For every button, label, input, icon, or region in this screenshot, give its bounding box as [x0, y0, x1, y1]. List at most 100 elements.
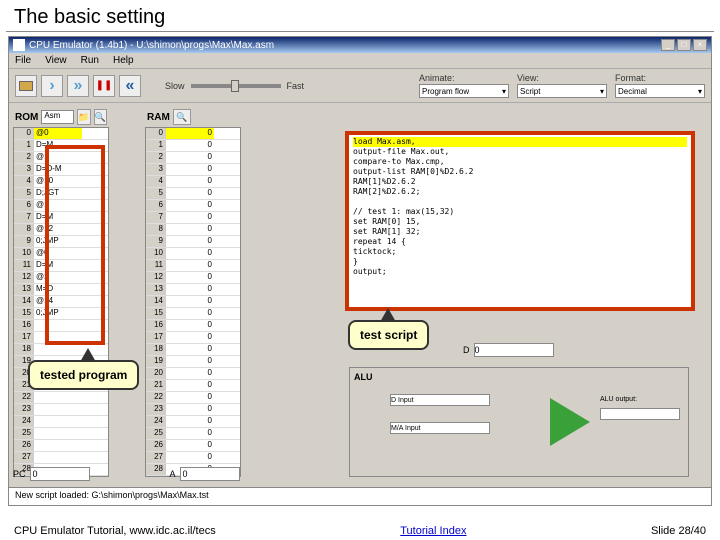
a-input[interactable] [180, 467, 240, 481]
menubar: File View Run Help [9, 53, 711, 69]
speed-slider[interactable] [191, 84, 281, 88]
maximize-button[interactable]: □ [677, 39, 691, 51]
slide-title: The basic setting [0, 0, 720, 31]
table-row[interactable]: 6@1 [14, 200, 108, 212]
table-row[interactable]: 200 [146, 368, 240, 380]
table-row[interactable]: 0@0 [14, 128, 108, 140]
table-row[interactable]: 00 [146, 128, 240, 140]
script-line: } [353, 257, 687, 267]
format-select[interactable]: Decimal▾ [615, 84, 705, 98]
rom-find-button[interactable]: 🔍 [94, 109, 107, 125]
animate-select[interactable]: Program flow▾ [419, 84, 509, 98]
script-line: // test 1: max(15,32) [353, 207, 687, 217]
d-input[interactable] [474, 343, 554, 357]
ram-table: 0010203040506070809010011012013014015016… [145, 127, 241, 477]
table-row[interactable]: 26 [14, 440, 108, 452]
table-row[interactable]: 150;JMP [14, 308, 108, 320]
table-row[interactable]: 250 [146, 428, 240, 440]
footer-left: CPU Emulator Tutorial, www.idc.ac.il/tec… [14, 525, 216, 537]
table-row[interactable]: 30 [146, 164, 240, 176]
table-row[interactable]: 60 [146, 200, 240, 212]
table-row[interactable]: 210 [146, 380, 240, 392]
tutorial-index-link[interactable]: Tutorial Index [400, 525, 466, 537]
script-line: RAM[1]%D2.6.2 [353, 177, 687, 187]
d-label: D [463, 345, 470, 355]
minimize-button[interactable]: _ [661, 39, 675, 51]
ram-find-button[interactable]: 🔍 [173, 109, 191, 125]
table-row[interactable]: 13M=D [14, 284, 108, 296]
table-row[interactable]: 4@10 [14, 176, 108, 188]
table-row[interactable]: 50 [146, 188, 240, 200]
table-row[interactable]: 180 [146, 344, 240, 356]
table-row[interactable]: 130 [146, 284, 240, 296]
table-row[interactable]: 12@2 [14, 272, 108, 284]
table-row[interactable]: 90;JMP [14, 236, 108, 248]
pause-button[interactable]: ❚❚ [93, 75, 115, 97]
rewind-button[interactable]: « [119, 75, 141, 97]
rom-load-button[interactable]: 📁 [77, 109, 90, 125]
table-row[interactable]: 7D=M [14, 212, 108, 224]
menu-view[interactable]: View [45, 55, 67, 66]
table-row[interactable]: 230 [146, 404, 240, 416]
table-row[interactable]: 150 [146, 308, 240, 320]
menu-file[interactable]: File [15, 55, 31, 66]
fast-forward-button[interactable]: » [67, 75, 89, 97]
table-row[interactable]: 25 [14, 428, 108, 440]
table-row[interactable]: 140 [146, 296, 240, 308]
menu-help[interactable]: Help [113, 55, 134, 66]
open-button[interactable] [15, 75, 37, 97]
table-row[interactable]: 11D=M [14, 260, 108, 272]
table-row[interactable]: 120 [146, 272, 240, 284]
ram-label: RAM [147, 112, 170, 123]
table-row[interactable]: 3D=D-M [14, 164, 108, 176]
table-row[interactable]: 24 [14, 416, 108, 428]
table-row[interactable]: 190 [146, 356, 240, 368]
rom-mode-select[interactable]: Asm [41, 110, 74, 124]
table-row[interactable]: 110 [146, 260, 240, 272]
pc-input[interactable] [30, 467, 90, 481]
table-row[interactable]: 17 [14, 332, 108, 344]
script-line: set RAM[1] 32; [353, 227, 687, 237]
slider-thumb[interactable] [231, 80, 239, 92]
divider [6, 31, 714, 32]
script-line: RAM[2]%D2.6.2; [353, 187, 687, 197]
chevron-right-icon: › [49, 77, 54, 95]
view-select[interactable]: Script▾ [517, 84, 607, 98]
titlebar: CPU Emulator (1.4b1) - U:\shimon\progs\M… [9, 37, 711, 53]
menu-run[interactable]: Run [81, 55, 99, 66]
table-row[interactable]: 40 [146, 176, 240, 188]
table-row[interactable]: 90 [146, 236, 240, 248]
app-window: CPU Emulator (1.4b1) - U:\shimon\progs\M… [8, 36, 712, 506]
register-bar: PC A [13, 467, 240, 481]
alu-output-label: ALU output: [600, 396, 637, 403]
table-row[interactable]: 170 [146, 332, 240, 344]
table-row[interactable]: 14@14 [14, 296, 108, 308]
table-row[interactable]: 160 [146, 320, 240, 332]
script-line: output-file Max.out, [353, 147, 687, 157]
fast-label: Fast [287, 81, 305, 91]
window-title: CPU Emulator (1.4b1) - U:\shimon\progs\M… [29, 40, 274, 51]
alu-ma-input: M/A Input [390, 422, 490, 434]
table-row[interactable]: 16 [14, 320, 108, 332]
step-button[interactable]: › [41, 75, 63, 97]
table-row[interactable]: 22 [14, 392, 108, 404]
table-row[interactable]: 27 [14, 452, 108, 464]
table-row[interactable]: 10 [146, 140, 240, 152]
table-row[interactable]: 100 [146, 248, 240, 260]
table-row[interactable]: 23 [14, 404, 108, 416]
table-row[interactable]: 240 [146, 416, 240, 428]
table-row[interactable]: 220 [146, 392, 240, 404]
table-row[interactable]: 2@1 [14, 152, 108, 164]
table-row[interactable]: 5D;JGT [14, 188, 108, 200]
table-row[interactable]: 260 [146, 440, 240, 452]
table-row[interactable]: 1D=M [14, 140, 108, 152]
view-label: View: [517, 73, 607, 83]
table-row[interactable]: 80 [146, 224, 240, 236]
close-button[interactable]: × [693, 39, 707, 51]
table-row[interactable]: 10@0 [14, 248, 108, 260]
table-row[interactable]: 20 [146, 152, 240, 164]
table-row[interactable]: 70 [146, 212, 240, 224]
table-row[interactable]: 270 [146, 452, 240, 464]
table-row[interactable]: 8@12 [14, 224, 108, 236]
a-label: A [170, 469, 176, 479]
